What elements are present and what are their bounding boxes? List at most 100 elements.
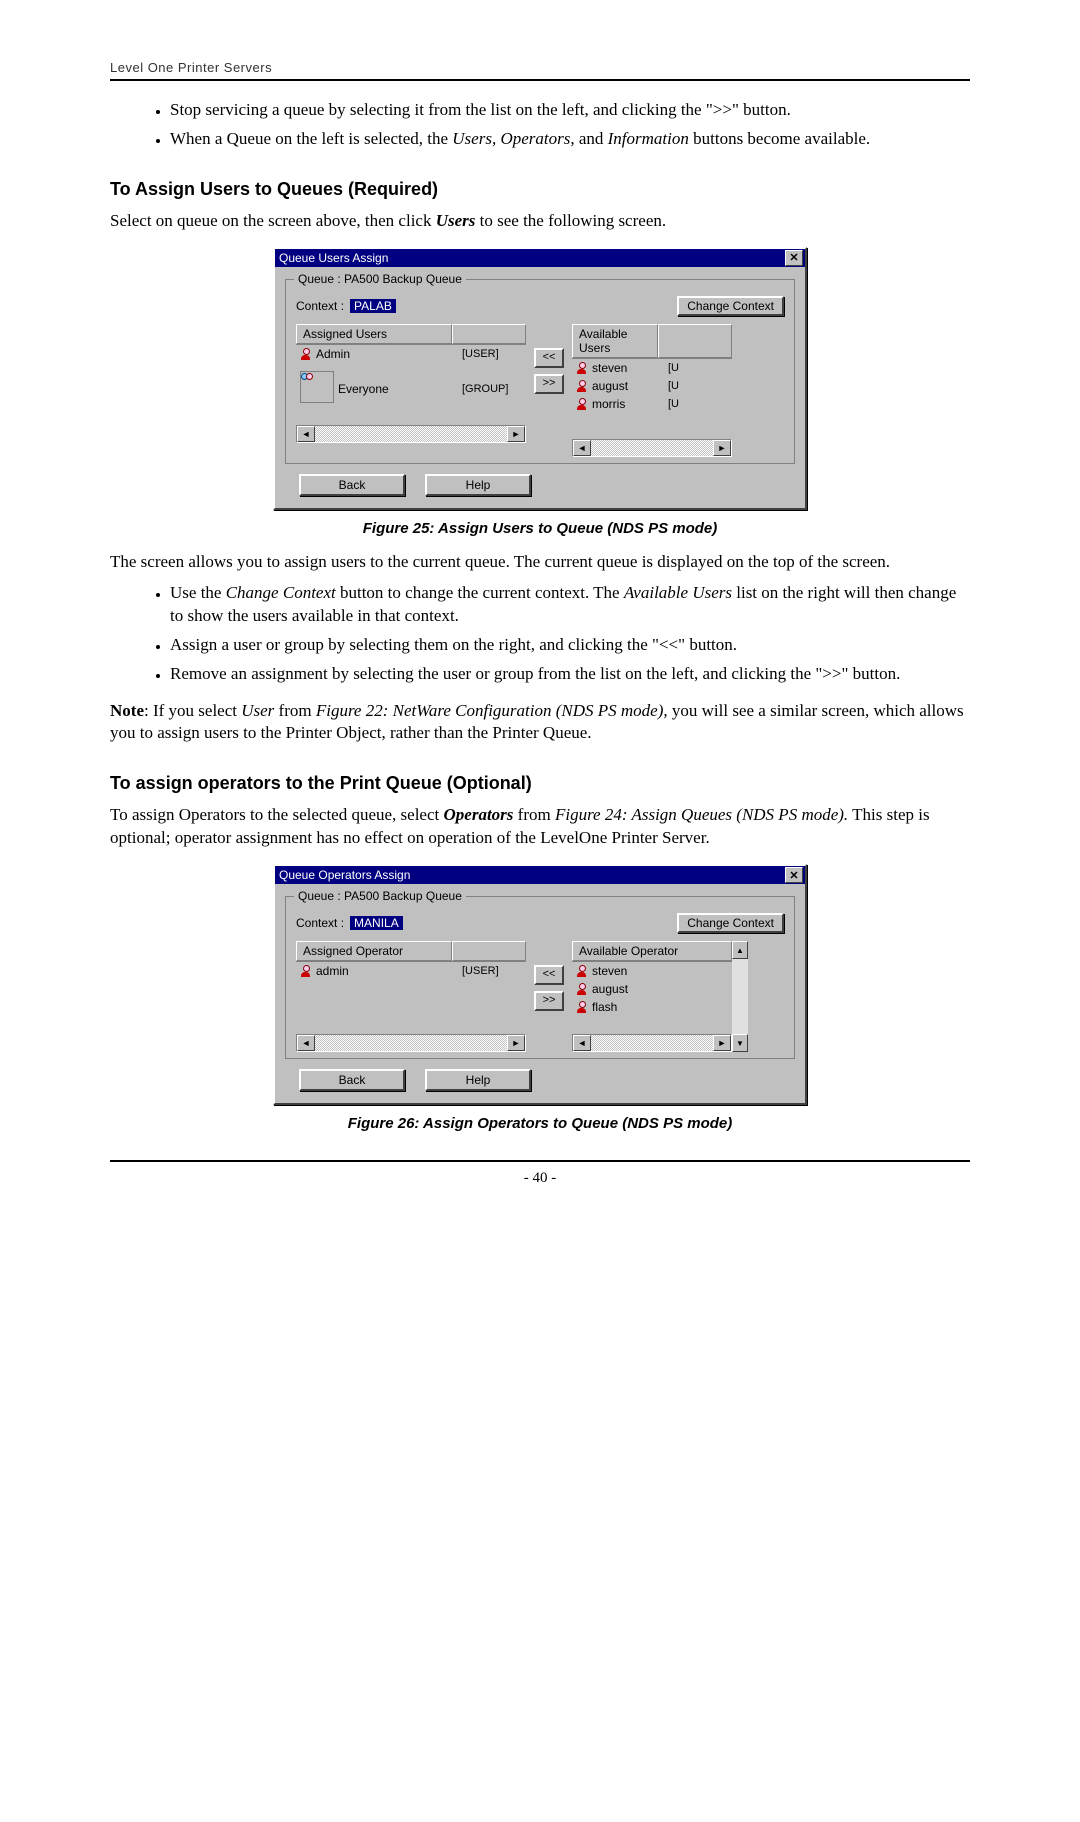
list-body: admin [USER] bbox=[296, 962, 526, 1034]
close-icon[interactable]: ✕ bbox=[785, 867, 803, 883]
page-number: - 40 - bbox=[110, 1170, 970, 1187]
scroll-right-icon[interactable]: ► bbox=[507, 1035, 525, 1051]
v-scrollbar[interactable]: ▲▼ bbox=[732, 941, 748, 1052]
item-name: flash bbox=[592, 1000, 664, 1014]
bullet: When a Queue on the left is selected, th… bbox=[170, 128, 970, 151]
list-item[interactable]: morris [U bbox=[572, 395, 732, 413]
user-icon bbox=[300, 348, 312, 360]
assigned-operator-list[interactable]: Assigned Operator admin[USER] ◄► bbox=[296, 941, 526, 1052]
list-item[interactable]: flash bbox=[572, 998, 732, 1016]
item-name: august bbox=[592, 982, 664, 996]
scroll-up-icon[interactable]: ▲ bbox=[732, 941, 748, 959]
back-button[interactable]: Back bbox=[299, 1069, 405, 1091]
bullet: Assign a user or group by selecting them… bbox=[170, 634, 970, 657]
section-heading: To assign operators to the Print Queue (… bbox=[110, 773, 970, 794]
titlebar: Queue Users Assign ✕ bbox=[275, 249, 805, 267]
move-right-button[interactable]: >> bbox=[534, 374, 564, 394]
item-name: Admin bbox=[316, 347, 458, 361]
running-header: Level One Printer Servers bbox=[110, 60, 970, 81]
context-label: Context : bbox=[296, 299, 344, 313]
item-type: [U bbox=[668, 398, 728, 410]
user-icon bbox=[576, 983, 588, 995]
list-body: Admin [USER] Everyone [GROUP] bbox=[296, 345, 526, 425]
list-item[interactable]: steven[U bbox=[572, 359, 732, 377]
item-name: steven bbox=[592, 361, 664, 375]
user-icon bbox=[576, 380, 588, 392]
item-name: Everyone bbox=[338, 382, 458, 396]
context-value[interactable]: MANILA bbox=[350, 916, 403, 930]
titlebar: Queue Operators Assign ✕ bbox=[275, 866, 805, 884]
item-type: [USER] bbox=[462, 965, 522, 977]
back-button[interactable]: Back bbox=[299, 474, 405, 496]
context-value[interactable]: PALAB bbox=[350, 299, 396, 313]
list-item[interactable]: august [U bbox=[572, 377, 732, 395]
item-type: [USER] bbox=[462, 348, 522, 360]
item-name: admin bbox=[316, 964, 458, 978]
col-header: Assigned Operator bbox=[296, 941, 452, 961]
scroll-left-icon[interactable]: ◄ bbox=[297, 1035, 315, 1051]
dialog-title: Queue Users Assign bbox=[279, 251, 388, 265]
scroll-down-icon[interactable]: ▼ bbox=[732, 1034, 748, 1052]
section-intro: Select on queue on the screen above, the… bbox=[110, 210, 970, 233]
group-icon bbox=[300, 371, 334, 403]
item-name: steven bbox=[592, 964, 664, 978]
dialog-queue-operators-assign: Queue Operators Assign ✕ Queue : PA500 B… bbox=[273, 864, 807, 1105]
user-icon bbox=[300, 965, 312, 977]
group-legend: Queue : PA500 Backup Queue bbox=[294, 272, 466, 286]
item-type: [U bbox=[668, 380, 728, 392]
col-header: Assigned Users bbox=[296, 324, 452, 344]
bullet: Use the Change Context button to change … bbox=[170, 582, 970, 628]
body-text: The screen allows you to assign users to… bbox=[110, 551, 970, 574]
bullet: Stop servicing a queue by selecting it f… bbox=[170, 99, 970, 122]
scroll-left-icon[interactable]: ◄ bbox=[297, 426, 315, 442]
list-item[interactable]: steven bbox=[572, 962, 732, 980]
scroll-left-icon[interactable]: ◄ bbox=[573, 440, 591, 456]
groupbox: Queue : PA500 Backup Queue Context : PAL… bbox=[285, 279, 795, 464]
section-bullets: Use the Change Context button to change … bbox=[110, 582, 970, 686]
change-context-button[interactable]: Change Context bbox=[677, 913, 784, 933]
list-item[interactable]: Admin [USER] bbox=[296, 345, 526, 363]
list-item[interactable]: august bbox=[572, 980, 732, 998]
figure-caption: Figure 25: Assign Users to Queue (NDS PS… bbox=[110, 520, 970, 537]
item-name: morris bbox=[592, 397, 664, 411]
move-right-button[interactable]: >> bbox=[534, 991, 564, 1011]
item-name: august bbox=[592, 379, 664, 393]
scroll-right-icon[interactable]: ► bbox=[713, 440, 731, 456]
dialog-title: Queue Operators Assign bbox=[279, 868, 410, 882]
available-operator-list[interactable]: Available Operator stevenaugustflash ◄► bbox=[572, 941, 732, 1052]
change-context-button[interactable]: Change Context bbox=[677, 296, 784, 316]
available-users-list[interactable]: Available Users steven[U august [U morris [U… bbox=[572, 324, 732, 457]
bullet: Remove an assignment by selecting the us… bbox=[170, 663, 970, 686]
item-type: [GROUP] bbox=[462, 383, 522, 395]
close-icon[interactable]: ✕ bbox=[785, 250, 803, 266]
help-button[interactable]: Help bbox=[425, 474, 531, 496]
assigned-users-list[interactable]: Assigned Users Admin [USER] Everyone [GROUP… bbox=[296, 324, 526, 443]
page: Level One Printer Servers Stop servicing… bbox=[110, 0, 970, 1247]
scroll-left-icon[interactable]: ◄ bbox=[573, 1035, 591, 1051]
h-scrollbar[interactable]: ◄► bbox=[572, 1034, 732, 1052]
body-text: To assign Operators to the selected queu… bbox=[110, 804, 970, 850]
scroll-right-icon[interactable]: ► bbox=[507, 426, 525, 442]
list-body: steven august flash bbox=[572, 962, 732, 1034]
section-heading: To Assign Users to Queues (Required) bbox=[110, 179, 970, 200]
user-icon bbox=[576, 1001, 588, 1013]
user-icon bbox=[576, 398, 588, 410]
note-text: Note: If you select User from Figure 22:… bbox=[110, 700, 970, 746]
dialog-queue-users-assign: Queue Users Assign ✕ Queue : PA500 Backu… bbox=[273, 247, 807, 510]
col-header: Available Users bbox=[572, 324, 658, 358]
h-scrollbar[interactable]: ◄► bbox=[296, 425, 526, 443]
h-scrollbar[interactable]: ◄► bbox=[572, 439, 732, 457]
footer-rule bbox=[110, 1160, 970, 1162]
list-body: steven[U august [U morris [U bbox=[572, 359, 732, 439]
move-left-button[interactable]: << bbox=[534, 348, 564, 368]
figure-caption: Figure 26: Assign Operators to Queue (ND… bbox=[110, 1115, 970, 1132]
col-header: Available Operator bbox=[572, 941, 732, 961]
scroll-right-icon[interactable]: ► bbox=[713, 1035, 731, 1051]
h-scrollbar[interactable]: ◄► bbox=[296, 1034, 526, 1052]
user-icon bbox=[576, 362, 588, 374]
move-left-button[interactable]: << bbox=[534, 965, 564, 985]
top-bullets: Stop servicing a queue by selecting it f… bbox=[110, 99, 970, 151]
list-item[interactable]: admin [USER] bbox=[296, 962, 526, 980]
list-item[interactable]: Everyone [GROUP] bbox=[296, 363, 526, 415]
help-button[interactable]: Help bbox=[425, 1069, 531, 1091]
